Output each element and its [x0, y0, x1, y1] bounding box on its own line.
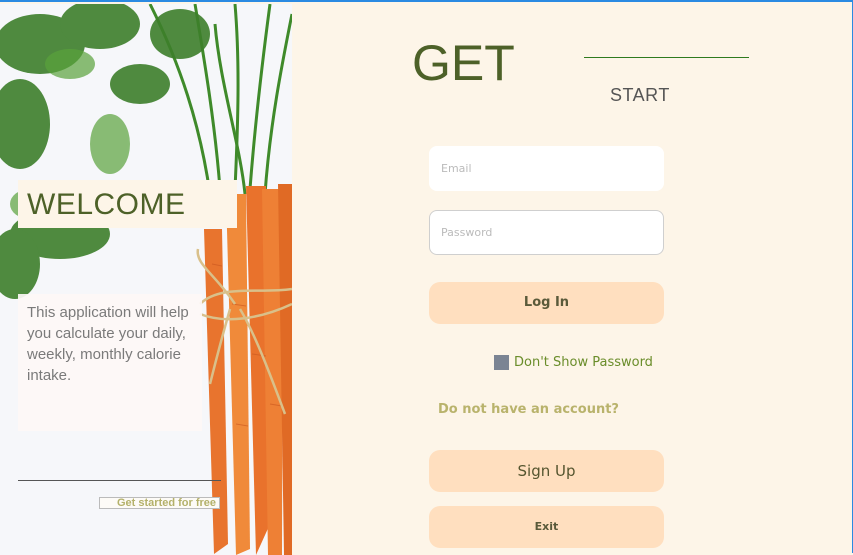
description-text: This application will help you calculate…: [27, 304, 189, 384]
signup-button[interactable]: Sign Up: [429, 450, 664, 492]
no-account-link[interactable]: Do not have an account?: [438, 402, 619, 417]
welcome-banner: WELCOME: [18, 180, 237, 228]
get-started-label: Get started for free: [117, 497, 217, 509]
app-window: WELCOME This application will help you c…: [0, 0, 853, 555]
description-box: This application will help you calculate…: [18, 294, 202, 431]
welcome-title: WELCOME: [27, 188, 186, 221]
show-password-label[interactable]: Don't Show Password: [514, 355, 653, 370]
left-panel: WELCOME This application will help you c…: [0, 4, 292, 555]
checkbox-icon[interactable]: [494, 355, 509, 370]
page-title: GET: [412, 35, 515, 91]
divider: [18, 480, 221, 481]
exit-button[interactable]: Exit: [429, 506, 664, 548]
get-started-link[interactable]: Get started for free: [99, 497, 220, 509]
email-field[interactable]: [429, 146, 664, 191]
password-field[interactable]: [429, 210, 664, 255]
page-subtitle: START: [610, 85, 670, 105]
login-button[interactable]: Log In: [429, 282, 664, 324]
title-divider: [584, 57, 749, 58]
carrot-image: [0, 4, 292, 555]
